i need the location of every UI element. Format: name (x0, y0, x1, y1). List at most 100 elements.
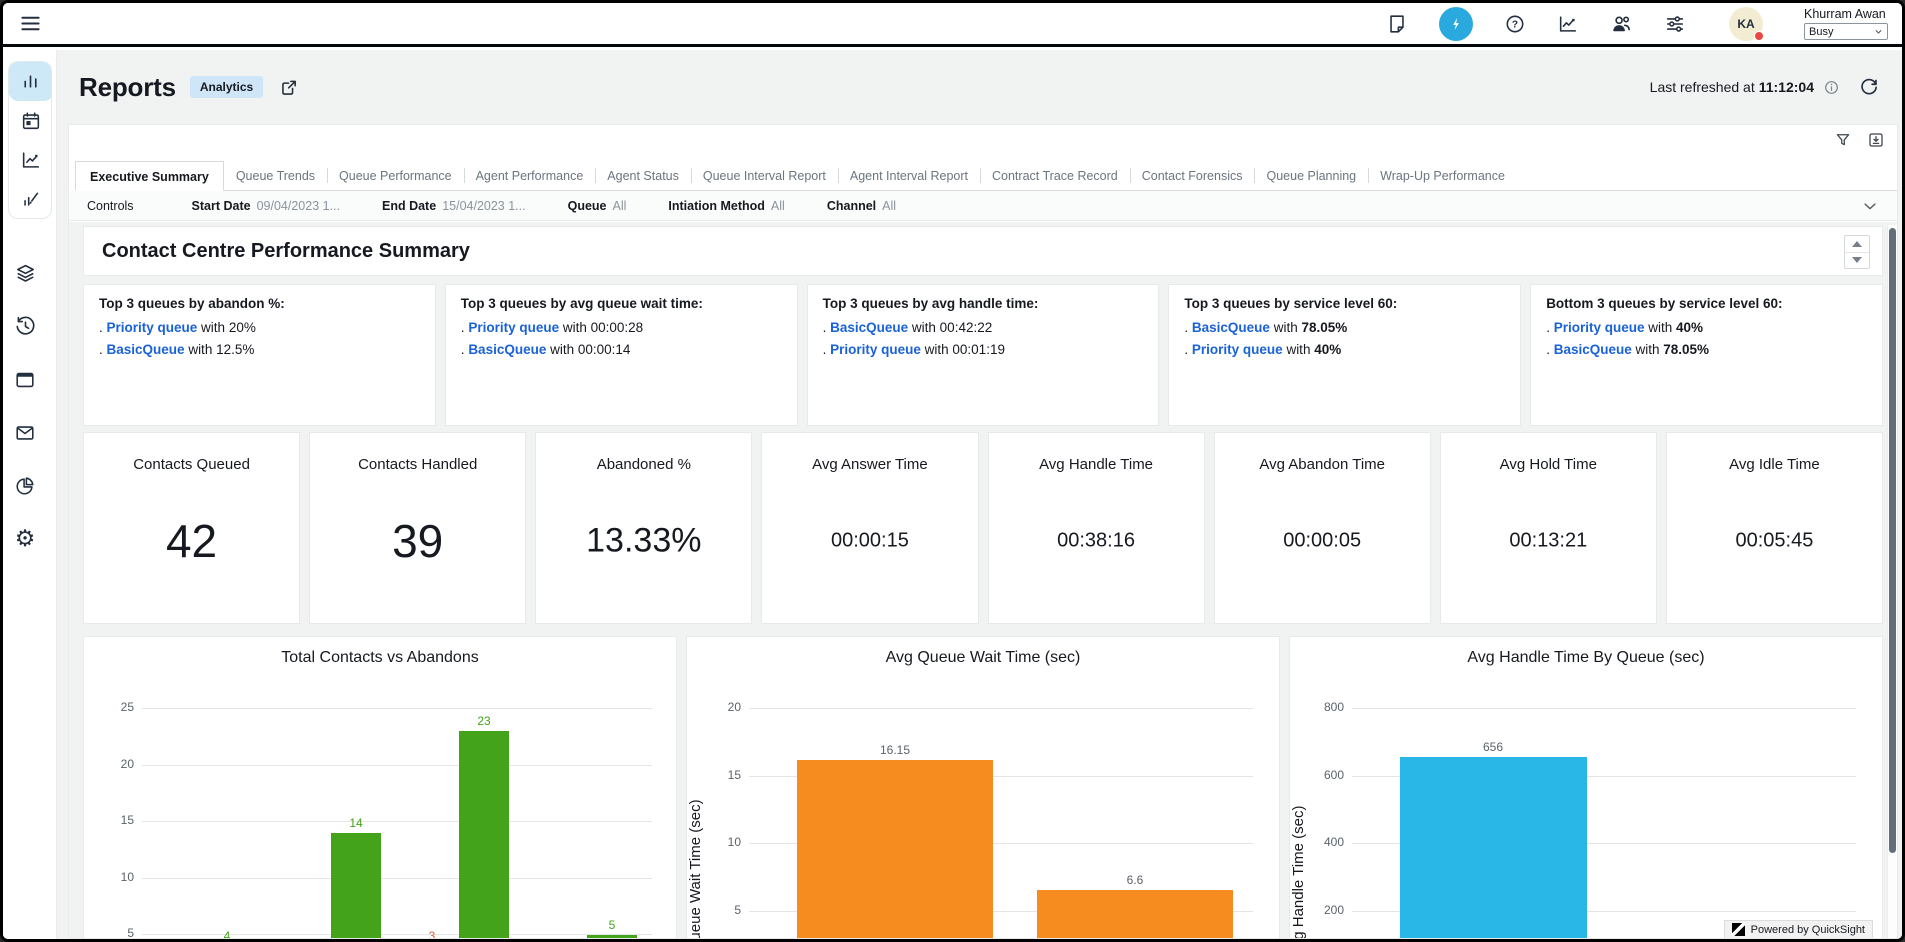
queue-link[interactable]: Priority queue (468, 320, 559, 335)
preferences-icon[interactable] (1664, 13, 1686, 35)
tab-agent-performance[interactable]: Agent Performance (464, 161, 596, 190)
sidebar-item-schedule[interactable] (9, 101, 52, 140)
bar-value-label: 23 (449, 714, 519, 728)
gridline (142, 821, 652, 822)
tab-queue-performance[interactable]: Queue Performance (327, 161, 464, 190)
users-icon[interactable] (1610, 12, 1633, 35)
bar-total-contacts[interactable] (587, 935, 637, 939)
status-select[interactable]: Busy (1804, 23, 1888, 40)
refresh-area: Last refreshed at 11:12:04 (1650, 76, 1880, 98)
sidebar-item-workspace[interactable] (3, 353, 47, 406)
tab-contract-trace-record[interactable]: Contract Trace Record (980, 161, 1130, 190)
queue-link[interactable]: BasicQueue (830, 320, 908, 335)
summary-value: 78.05% (1301, 320, 1347, 335)
filter-label: Start Date (192, 199, 251, 213)
bar-avg-queue-wait-time[interactable] (1037, 890, 1233, 938)
scrollbar-thumb[interactable] (1889, 228, 1896, 853)
vertical-scrollbar[interactable] (1887, 225, 1897, 938)
page-header: Reports Analytics Last refreshed at 11:1… (57, 50, 1902, 124)
kpi-label: Contacts Queued (84, 456, 299, 473)
queue-link[interactable]: BasicQueue (1192, 320, 1270, 335)
summary-line: . BasicQueue with 78.05% (1546, 340, 1867, 359)
filter-icon[interactable] (1834, 131, 1852, 149)
hamburger-menu-icon[interactable] (19, 12, 42, 35)
visual-stepper[interactable] (1844, 235, 1870, 269)
bar-avg-queue-wait-time[interactable] (797, 760, 993, 938)
filter-start-date[interactable]: Start Date09/04/2023 1... (192, 199, 340, 213)
tab-queue-trends[interactable]: Queue Trends (224, 161, 327, 190)
refresh-icon[interactable] (1858, 76, 1880, 98)
calendar-icon (20, 110, 42, 132)
external-link-icon[interactable] (279, 77, 300, 98)
queue-link[interactable]: BasicQueue (107, 342, 185, 357)
kpi-value: 00:13:21 (1441, 530, 1656, 553)
summary-line: . Priority queue with 40% (1546, 318, 1867, 337)
sidebar-item-usage[interactable] (3, 459, 47, 512)
avatar[interactable]: KA (1729, 7, 1763, 41)
sidebar: ⚙ (3, 50, 57, 939)
avatar-initials: KA (1737, 17, 1754, 31)
filter-intiation-method[interactable]: Intiation MethodAll (668, 199, 784, 213)
export-icon[interactable] (1867, 131, 1885, 149)
queue-link[interactable]: BasicQueue (1554, 342, 1632, 357)
report-panel: Executive SummaryQueue TrendsQueue Perfo… (68, 124, 1898, 939)
user-name: Khurram Awan (1804, 7, 1888, 21)
tab-contact-forensics[interactable]: Contact Forensics (1130, 161, 1255, 190)
layers-icon (14, 262, 37, 285)
step-down-icon[interactable] (1845, 252, 1869, 269)
step-up-icon[interactable] (1845, 236, 1869, 252)
tab-agent-interval-report[interactable]: Agent Interval Report (838, 161, 980, 190)
flash-icon[interactable] (1439, 7, 1473, 41)
sidebar-item-historical-metrics[interactable] (9, 179, 52, 218)
queue-link[interactable]: Priority queue (1554, 320, 1645, 335)
kpi-value: 00:00:05 (1215, 530, 1430, 553)
filter-channel[interactable]: ChannelAll (827, 199, 896, 213)
queue-link[interactable]: BasicQueue (468, 342, 546, 357)
filter-end-date[interactable]: End Date15/04/2023 1... (382, 199, 526, 213)
tab-wrap-up-performance[interactable]: Wrap-Up Performance (1368, 161, 1517, 190)
controls-title: Controls (87, 199, 134, 213)
bar-avg-handle-time[interactable] (1400, 757, 1587, 938)
sidebar-item-metrics[interactable] (9, 140, 52, 179)
queue-link[interactable]: Priority queue (1192, 342, 1283, 357)
bar-total-contacts[interactable] (331, 833, 381, 938)
kpi-card-contacts-queued: Contacts Queued 42 (83, 432, 300, 624)
queue-link[interactable]: Priority queue (830, 342, 921, 357)
chart-title: Avg Queue Wait Time (sec) (687, 649, 1279, 667)
tab-executive-summary[interactable]: Executive Summary (75, 161, 224, 191)
chart-title: Total Contacts vs Abandons (84, 649, 676, 667)
chevron-down-icon[interactable] (1861, 197, 1879, 215)
status-value: Busy (1809, 26, 1833, 38)
queue-link[interactable]: Priority queue (107, 320, 198, 335)
chart-title: Avg Handle Time By Queue (sec) (1290, 649, 1882, 667)
summary-value: 78.05% (1663, 342, 1709, 357)
kpi-card-avg-hold-time: Avg Hold Time 00:13:21 (1440, 432, 1657, 624)
summary-value: 00:00:28 (591, 320, 644, 335)
bar-total-contacts[interactable] (459, 731, 509, 938)
sidebar-item-settings[interactable]: ⚙ (3, 512, 47, 565)
sidebar-item-messages[interactable] (3, 406, 47, 459)
bar-value-label: 14 (321, 816, 391, 830)
notes-icon[interactable] (1386, 13, 1408, 35)
history-icon (14, 315, 37, 338)
panel-tools (1834, 131, 1885, 149)
sidebar-item-reports[interactable] (9, 62, 52, 101)
bar-value-label: 656 (1458, 740, 1528, 754)
y-axis-tick: 15 (98, 813, 134, 827)
help-icon[interactable]: ? (1504, 13, 1526, 35)
sidebar-item-history[interactable] (3, 300, 47, 353)
tab-agent-status[interactable]: Agent Status (595, 161, 691, 190)
metrics-icon[interactable] (1557, 13, 1579, 35)
summary-value: 40% (1676, 320, 1703, 335)
y-axis-tick: 5 (705, 903, 741, 917)
sidebar-item-flows[interactable] (3, 247, 47, 300)
tab-queue-planning[interactable]: Queue Planning (1254, 161, 1368, 190)
tab-queue-interval-report[interactable]: Queue Interval Report (691, 161, 838, 190)
filter-queue[interactable]: QueueAll (568, 199, 627, 213)
user-block: Khurram Awan Busy (1804, 7, 1888, 40)
chart-avg-queue-wait-time-sec: Avg Queue Wait Time (sec)201510516.156.6… (686, 636, 1280, 938)
info-icon[interactable] (1823, 79, 1840, 96)
window-icon (14, 369, 36, 391)
filter-label: Intiation Method (668, 199, 765, 213)
quicksight-attribution: Powered by QuickSight (1724, 920, 1873, 938)
